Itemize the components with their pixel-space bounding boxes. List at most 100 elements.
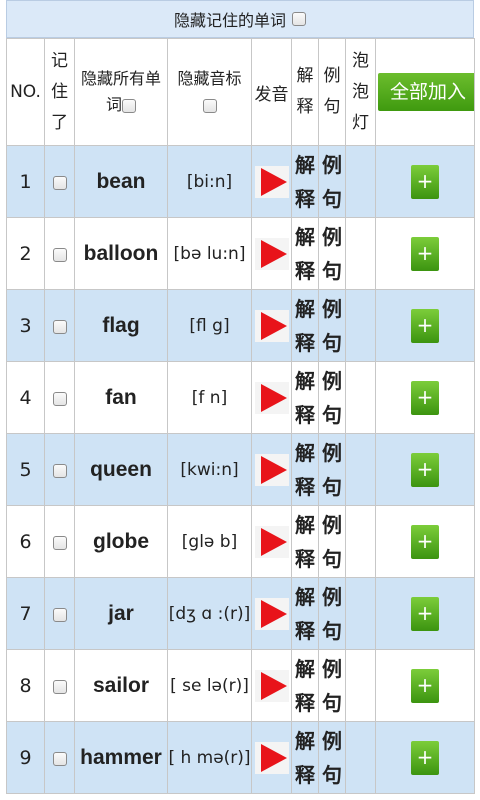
- word-text[interactable]: balloon: [74, 217, 168, 290]
- phonetic-text: [fl g]: [167, 289, 252, 362]
- explain-link[interactable]: 解释: [291, 433, 319, 506]
- row-number: 9: [6, 721, 45, 794]
- remembered-checkbox[interactable]: [52, 607, 67, 622]
- col-bubble-light: 泡泡灯: [345, 38, 376, 146]
- table-row: 5 queen [kwi:n] 解释例句 +: [6, 433, 475, 506]
- row-number: 3: [6, 289, 45, 362]
- example-link[interactable]: 例句: [318, 145, 346, 218]
- col-explain: 解释: [291, 38, 319, 146]
- hide-remembered-checkbox[interactable]: [292, 12, 306, 26]
- pronounce-cell: [251, 361, 292, 434]
- col-remembered: 记住了: [44, 38, 75, 146]
- add-word-button[interactable]: +: [411, 524, 439, 559]
- phonetic-text: [bə lu:n]: [167, 217, 252, 290]
- remembered-checkbox[interactable]: [52, 319, 67, 334]
- remembered-cell: [44, 505, 75, 578]
- hide-phonetic-checkbox[interactable]: [202, 98, 217, 113]
- play-icon[interactable]: [254, 237, 289, 270]
- word-text[interactable]: queen: [74, 433, 168, 506]
- explain-link[interactable]: 解释: [291, 649, 319, 722]
- col-example: 例句: [318, 38, 346, 146]
- add-all-button[interactable]: 全部加入: [378, 73, 474, 111]
- col-no: NO.: [6, 38, 45, 146]
- pronounce-cell: [251, 289, 292, 362]
- table-row: 1 bean [bi:n] 解释例句 +: [6, 145, 475, 218]
- explain-link[interactable]: 解释: [291, 217, 319, 290]
- play-icon[interactable]: [254, 597, 289, 630]
- add-cell: +: [375, 145, 475, 218]
- play-icon[interactable]: [254, 669, 289, 702]
- bubble-cell: [345, 217, 376, 290]
- word-text[interactable]: globe: [74, 505, 168, 578]
- example-link[interactable]: 例句: [318, 217, 346, 290]
- remembered-cell: [44, 649, 75, 722]
- explain-link[interactable]: 解释: [291, 145, 319, 218]
- col-add: 全部加入: [375, 38, 475, 146]
- example-link[interactable]: 例句: [318, 289, 346, 362]
- phonetic-text: [ se lə(r)]: [167, 649, 252, 722]
- table-row: 9 hammer[ h mə(r)] 解释例句 +: [6, 721, 475, 794]
- add-word-button[interactable]: +: [411, 452, 439, 487]
- col-hide-words: 隐藏所有单 词: [74, 38, 168, 146]
- bubble-cell: [345, 289, 376, 362]
- add-word-button[interactable]: +: [411, 308, 439, 343]
- word-text[interactable]: fan: [74, 361, 168, 434]
- remembered-cell: [44, 433, 75, 506]
- play-icon[interactable]: [254, 165, 289, 198]
- remembered-checkbox[interactable]: [52, 463, 67, 478]
- remembered-checkbox[interactable]: [52, 535, 67, 550]
- explain-link[interactable]: 解释: [291, 289, 319, 362]
- remembered-checkbox[interactable]: [52, 751, 67, 766]
- bubble-cell: [345, 649, 376, 722]
- phonetic-text: [ h mə(r)]: [167, 721, 252, 794]
- remembered-cell: [44, 289, 75, 362]
- add-word-button[interactable]: +: [411, 380, 439, 415]
- explain-link[interactable]: 解释: [291, 505, 319, 578]
- play-icon[interactable]: [254, 741, 289, 774]
- example-link[interactable]: 例句: [318, 649, 346, 722]
- word-text[interactable]: flag: [74, 289, 168, 362]
- add-word-button[interactable]: +: [411, 740, 439, 775]
- add-word-button[interactable]: +: [411, 236, 439, 271]
- bubble-cell: [345, 145, 376, 218]
- play-icon[interactable]: [254, 453, 289, 486]
- add-cell: +: [375, 289, 475, 362]
- hide-words-label: 隐藏所有单: [80, 69, 161, 88]
- explain-link[interactable]: 解释: [291, 577, 319, 650]
- example-link[interactable]: 例句: [318, 361, 346, 434]
- example-link[interactable]: 例句: [318, 577, 346, 650]
- play-icon[interactable]: [254, 525, 289, 558]
- remembered-checkbox[interactable]: [52, 175, 67, 190]
- play-icon[interactable]: [254, 309, 289, 342]
- add-word-button[interactable]: +: [411, 596, 439, 631]
- remembered-checkbox[interactable]: [52, 247, 67, 262]
- play-icon[interactable]: [254, 381, 289, 414]
- row-number: 6: [6, 505, 45, 578]
- explain-link[interactable]: 解释: [291, 721, 319, 794]
- hide-phonetic-label: 隐藏音标: [177, 69, 242, 88]
- phonetic-text: [bi:n]: [167, 145, 252, 218]
- col-pronounce: 发音: [251, 38, 292, 146]
- remembered-cell: [44, 577, 75, 650]
- bubble-cell: [345, 433, 376, 506]
- word-text[interactable]: bean: [74, 145, 168, 218]
- example-link[interactable]: 例句: [318, 433, 346, 506]
- phonetic-text: [f n]: [167, 361, 252, 434]
- example-link[interactable]: 例句: [318, 505, 346, 578]
- add-word-button[interactable]: +: [411, 164, 439, 199]
- explain-link[interactable]: 解释: [291, 361, 319, 434]
- phonetic-text: [kwi:n]: [167, 433, 252, 506]
- table-row: 3 flag [fl g] 解释例句 +: [6, 289, 475, 362]
- table-row: 8 sailor[ se lə(r)] 解释例句 +: [6, 649, 475, 722]
- remembered-checkbox[interactable]: [52, 391, 67, 406]
- word-text[interactable]: sailor: [74, 649, 168, 722]
- hide-words-checkbox[interactable]: [122, 98, 136, 113]
- hide-remembered-bar: 隐藏记住的单词: [6, 0, 474, 38]
- bubble-cell: [345, 505, 376, 578]
- word-text[interactable]: hammer: [74, 721, 168, 794]
- word-text[interactable]: jar: [74, 577, 168, 650]
- add-cell: +: [375, 577, 475, 650]
- example-link[interactable]: 例句: [318, 721, 346, 794]
- remembered-checkbox[interactable]: [52, 679, 67, 694]
- add-word-button[interactable]: +: [411, 668, 439, 703]
